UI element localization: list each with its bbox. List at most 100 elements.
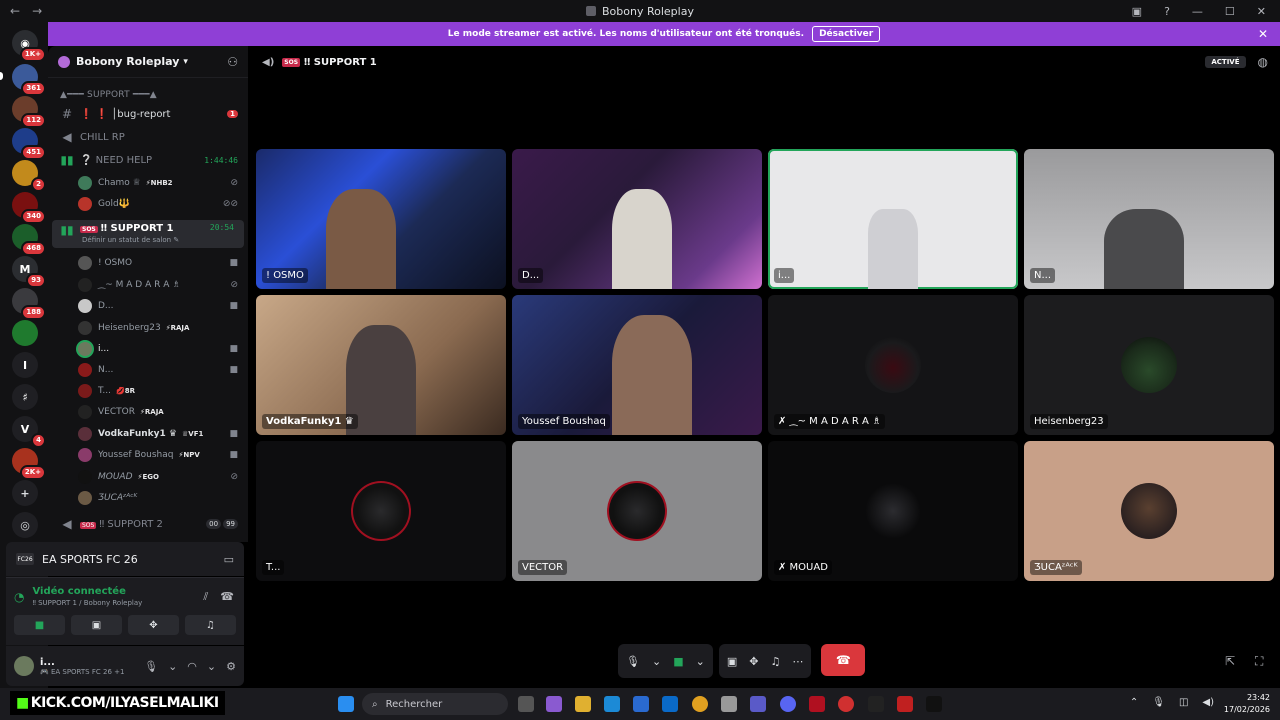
activity-panel[interactable]: FC26 EA SPORTS FC 26 ▭ bbox=[6, 542, 244, 576]
server-icon[interactable]: 2 bbox=[12, 160, 46, 192]
voice-member[interactable]: Heisenberg23 ⚡RAJA bbox=[48, 317, 248, 338]
headphones-icon[interactable]: ◠ bbox=[187, 660, 197, 673]
voice-member[interactable]: VECTOR ⚡RAJA bbox=[48, 401, 248, 422]
voice-status[interactable]: Vidéo connectée bbox=[32, 586, 142, 597]
server-icon[interactable]: 188 bbox=[12, 288, 46, 320]
video-tile[interactable]: Youssef Boushaq bbox=[512, 295, 762, 435]
category-support[interactable]: ▲━━━ SUPPORT ━━━▲ bbox=[48, 88, 248, 102]
direct-messages-icon[interactable]: ◉ 1K+ bbox=[12, 30, 46, 62]
server-icon[interactable]: 340 bbox=[12, 192, 46, 224]
chevron-up-icon[interactable]: ⌃ bbox=[1130, 697, 1138, 708]
channel-support-1[interactable]: ▮▮ SOS ‼ SUPPORT 1 20:54 Définir un statu… bbox=[52, 220, 244, 248]
video-tile[interactable]: T... bbox=[256, 441, 506, 581]
add-member-icon[interactable]: ⚇ bbox=[227, 55, 238, 69]
server-icon[interactable]: 2K+ bbox=[12, 448, 46, 480]
edge-icon[interactable] bbox=[604, 696, 620, 712]
screen-share-icon[interactable]: ▭ bbox=[224, 553, 234, 566]
chevron-down-icon[interactable]: ⌄ bbox=[207, 660, 216, 673]
discover-icon[interactable]: ◎ bbox=[12, 512, 38, 538]
chrome-icon[interactable] bbox=[692, 696, 708, 712]
video-tile[interactable]: ✗ MOUAD bbox=[768, 441, 1018, 581]
microphone-icon[interactable]: 🎙︎ bbox=[626, 655, 640, 668]
app-icon[interactable] bbox=[838, 696, 854, 712]
network-icon[interactable]: ◫ bbox=[1179, 697, 1188, 708]
screen-share-button[interactable]: ▣ bbox=[71, 615, 122, 635]
copilot-icon[interactable] bbox=[546, 696, 562, 712]
video-tile[interactable]: ✗ ⁔~ M A D A R A ♗ bbox=[768, 295, 1018, 435]
popout-icon[interactable]: ⇱ bbox=[1225, 654, 1235, 668]
back-button[interactable]: ← bbox=[10, 4, 20, 18]
video-tile[interactable]: D... bbox=[512, 149, 762, 289]
minimize-button[interactable]: — bbox=[1192, 5, 1203, 18]
video-tile[interactable]: ! OSMO bbox=[256, 149, 506, 289]
file-explorer-icon[interactable] bbox=[575, 696, 591, 712]
app-icon[interactable] bbox=[926, 696, 942, 712]
volume-icon[interactable]: ◀) bbox=[1202, 697, 1214, 708]
video-tile[interactable]: Heisenberg23 bbox=[1024, 295, 1274, 435]
windows-start-icon[interactable] bbox=[338, 696, 354, 712]
more-options-icon[interactable]: ⋯ bbox=[792, 655, 803, 668]
voice-member[interactable]: Youssef Boushaq ⚡NPV ■ bbox=[48, 444, 248, 465]
signal-icon[interactable]: ◔ bbox=[14, 590, 24, 604]
inbox-icon[interactable]: ▣ bbox=[1132, 5, 1142, 18]
close-window-button[interactable]: ✕ bbox=[1257, 5, 1266, 18]
channel-need-help[interactable]: ▮▮ ❔ NEED HELP 1:44:46 bbox=[48, 150, 248, 170]
hang-up-button[interactable]: ☎ bbox=[821, 644, 866, 676]
server-icon[interactable]: I bbox=[12, 352, 38, 378]
voice-location[interactable]: ‼ SUPPORT 1 / Bobony Roleplay bbox=[32, 599, 142, 607]
server-icon[interactable]: ♯ bbox=[12, 384, 38, 410]
forward-button[interactable]: → bbox=[32, 4, 42, 18]
soundboard-icon[interactable]: ♫ bbox=[770, 655, 780, 668]
server-icon[interactable]: M 93 bbox=[12, 256, 46, 288]
voice-member[interactable]: ⁔~ M A D A R A ♗ ⊘ bbox=[48, 274, 248, 295]
voice-member[interactable]: ! OSMO ■ bbox=[48, 252, 248, 273]
camera-button[interactable]: ■ bbox=[14, 615, 65, 635]
video-tile[interactable]: N... bbox=[1024, 149, 1274, 289]
server-icon[interactable] bbox=[12, 320, 38, 346]
maximize-button[interactable]: ☐ bbox=[1225, 5, 1235, 18]
microphone-icon[interactable]: 🎙︎ bbox=[144, 660, 158, 673]
activities-button[interactable]: ✥ bbox=[128, 615, 179, 635]
search-box[interactable]: ⌕ Rechercher bbox=[362, 693, 508, 715]
fullscreen-icon[interactable]: ⛶ bbox=[1255, 654, 1263, 669]
guild-header[interactable]: Bobony Roleplay ▾ ⚇ bbox=[48, 46, 248, 78]
voice-member[interactable]: MOUAD ⚡EGO ⊘ bbox=[48, 466, 248, 487]
soundboard-button[interactable]: ♫ bbox=[185, 615, 236, 635]
voice-member[interactable]: i... ■ bbox=[48, 338, 248, 359]
clock[interactable]: 23:42 17/02/2026 bbox=[1224, 692, 1270, 716]
server-icon[interactable]: 112 bbox=[12, 96, 46, 128]
disable-streamer-mode-button[interactable]: Désactiver bbox=[812, 26, 881, 42]
task-view-icon[interactable] bbox=[518, 696, 534, 712]
settings-gear-icon[interactable]: ⚙ bbox=[226, 660, 236, 673]
add-server-icon[interactable]: + bbox=[12, 480, 38, 506]
voice-member[interactable]: ƷUCAᶻᴬᶜᴷ bbox=[48, 487, 248, 508]
voice-member[interactable]: VodkaFunky1 ♛ ♕VF1 ■ bbox=[48, 423, 248, 444]
disconnect-icon[interactable]: ☎ bbox=[220, 590, 234, 604]
help-icon[interactable]: ? bbox=[1164, 5, 1170, 18]
app-icon[interactable] bbox=[897, 696, 913, 712]
avatar[interactable] bbox=[14, 656, 34, 676]
voice-member[interactable]: T... 💋8R bbox=[48, 380, 248, 401]
chat-icon[interactable]: ◍ bbox=[1258, 55, 1268, 69]
voice-member[interactable]: Gold🔱 ⊘⊘ bbox=[48, 193, 248, 214]
channel-chill-rp[interactable]: ◀ CHILL RP bbox=[48, 127, 248, 147]
discord-icon[interactable] bbox=[780, 696, 796, 712]
server-icon[interactable]: V4 bbox=[12, 416, 46, 448]
server-icon[interactable]: 361 bbox=[12, 64, 46, 96]
server-icon[interactable]: 468 bbox=[12, 224, 46, 256]
store-icon[interactable] bbox=[633, 696, 649, 712]
app-icon[interactable] bbox=[868, 696, 884, 712]
video-tile[interactable]: i... bbox=[768, 149, 1018, 289]
close-banner-icon[interactable]: ✕ bbox=[1258, 27, 1268, 41]
chevron-down-icon[interactable]: ⌄ bbox=[696, 655, 705, 668]
microphone-icon[interactable]: 🎙︎ bbox=[1152, 697, 1165, 708]
chevron-down-icon[interactable]: ⌄ bbox=[652, 655, 661, 668]
activities-icon[interactable]: ✥ bbox=[749, 655, 758, 668]
outlook-icon[interactable] bbox=[662, 696, 678, 712]
voice-member[interactable]: D... ■ bbox=[48, 295, 248, 316]
voice-member[interactable]: N... ■ bbox=[48, 359, 248, 380]
set-channel-status[interactable]: Définir un statut de salon ✎ bbox=[82, 236, 179, 244]
video-tile[interactable]: VECTOR bbox=[512, 441, 762, 581]
channel-support-2[interactable]: ◀ SOS ‼ SUPPORT 2 00 99 bbox=[48, 514, 248, 534]
voice-member[interactable]: Chamo ♕ ⚡NHB2 ⊘ bbox=[48, 172, 248, 193]
